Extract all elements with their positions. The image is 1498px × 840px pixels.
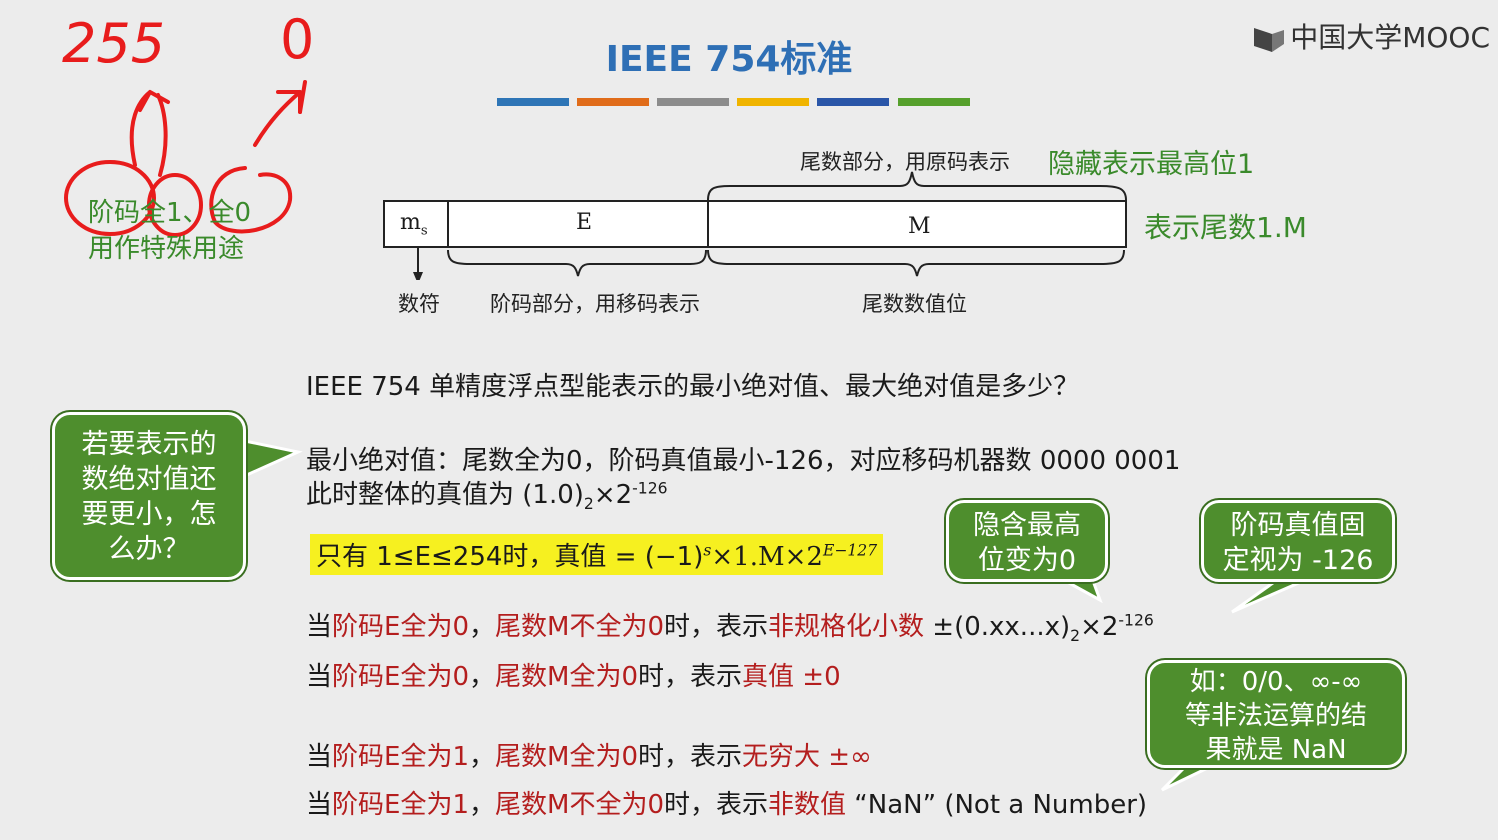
- bubble-nan-example: 如：0/0、∞-∞ 等非法运算的结 果就是 NaN: [1147, 660, 1405, 768]
- bubble-exp-fixed: 阶码真值固 定视为 -126: [1201, 500, 1395, 582]
- bubble-smaller-value: 若要表示的 数绝对值还 要更小，怎 么办？: [52, 412, 246, 580]
- bubble-hidden-bit: 隐含最高 位变为0: [946, 500, 1108, 582]
